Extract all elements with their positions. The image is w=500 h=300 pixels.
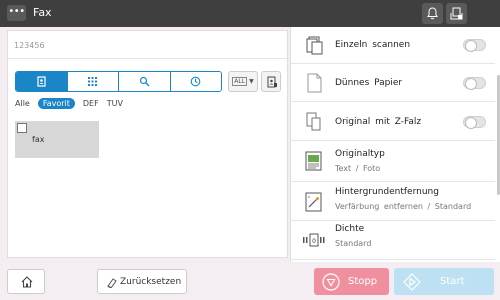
destination-panel: 123456 ALL ▼ Alle Favorit DEF TUV fax (7, 30, 288, 258)
eraser-icon (107, 278, 117, 288)
top-bar: ••• Fax (0, 0, 500, 27)
device-status-icon[interactable] (446, 3, 467, 24)
index-dropdown[interactable]: ALL ▼ (228, 71, 258, 92)
filter-alle[interactable]: Alle (15, 99, 30, 108)
start-button[interactable]: Start (394, 268, 494, 295)
home-icon (21, 276, 33, 288)
svg-text:0: 0 (312, 238, 316, 245)
setting-value: Text / Foto (335, 164, 381, 173)
reset-button[interactable]: Zurücksetzen (97, 269, 187, 294)
toggle-einzeln-scannen[interactable] (463, 39, 486, 52)
toggle-duennes-papier[interactable] (463, 77, 486, 90)
start-icon (403, 273, 421, 291)
setting-einzeln-scannen[interactable]: Einzeln scannen (291, 27, 495, 64)
setting-hintergrundentfernung[interactable]: Hintergrundentfernung Verfärbung entfern… (291, 182, 495, 221)
favorite-filters: Alle Favorit DEF TUV (15, 98, 123, 109)
setting-originaltyp[interactable]: Originaltyp Text / Foto (291, 141, 495, 182)
app-title: Fax (33, 6, 52, 19)
filter-def[interactable]: DEF (83, 99, 99, 108)
setting-value: Standard (335, 239, 372, 248)
fax-number-input[interactable]: 123456 (8, 31, 287, 59)
setting-dichte[interactable]: 0 Dichte Standard (291, 221, 495, 260)
address-detail-button[interactable] (261, 71, 281, 92)
destination-item[interactable]: fax (15, 121, 99, 158)
bell-icon[interactable] (422, 3, 443, 24)
home-button[interactable] (7, 269, 45, 294)
bottom-bar: Zurücksetzen Stopp Start (0, 264, 500, 300)
setting-title: Original mit Z-Falz (335, 117, 422, 127)
stop-label: Stopp (348, 276, 378, 287)
original-type-icon (305, 151, 322, 171)
separate-scan-icon (306, 36, 323, 55)
reset-label: Zurücksetzen (120, 277, 182, 287)
stop-icon (322, 273, 340, 291)
z-fold-icon (306, 112, 321, 131)
density-icon: 0 (303, 233, 325, 247)
toggle-original-z-falz[interactable] (463, 116, 486, 129)
history-icon[interactable] (170, 72, 221, 91)
chevron-down-icon: ▼ (249, 78, 254, 85)
setting-title: Originaltyp (335, 149, 385, 159)
stop-button[interactable]: Stopp (314, 268, 389, 295)
destination-search-tabs (15, 71, 222, 92)
setting-duennes-papier[interactable]: Dünnes Papier (291, 64, 495, 102)
index-dropdown-value: ALL (232, 77, 248, 86)
setting-title: Dichte (335, 224, 365, 234)
setting-title: Dünnes Papier (335, 78, 403, 88)
filter-tuv[interactable]: TUV (107, 99, 123, 108)
destination-checkbox[interactable] (17, 123, 27, 133)
keypad-icon[interactable] (67, 72, 119, 91)
search-icon[interactable] (119, 72, 171, 91)
setting-title: Hintergrundentfernung (335, 187, 439, 197)
destination-name: fax (32, 135, 45, 144)
address-card-icon (267, 76, 277, 88)
background-removal-icon (305, 192, 322, 212)
filter-favorit[interactable]: Favorit (37, 98, 75, 109)
setting-title: Einzeln scannen (335, 40, 411, 50)
settings-panel: Einzeln scannen Dünnes Papier Original m… (290, 27, 500, 262)
thin-paper-icon (307, 73, 322, 93)
setting-original-z-falz[interactable]: Original mit Z-Falz (291, 102, 495, 141)
more-icon[interactable]: ••• (7, 5, 26, 21)
setting-value: Verfärbung entfernen / Standard (335, 202, 472, 211)
start-label: Start (440, 276, 465, 287)
address-book-icon[interactable] (16, 72, 68, 91)
